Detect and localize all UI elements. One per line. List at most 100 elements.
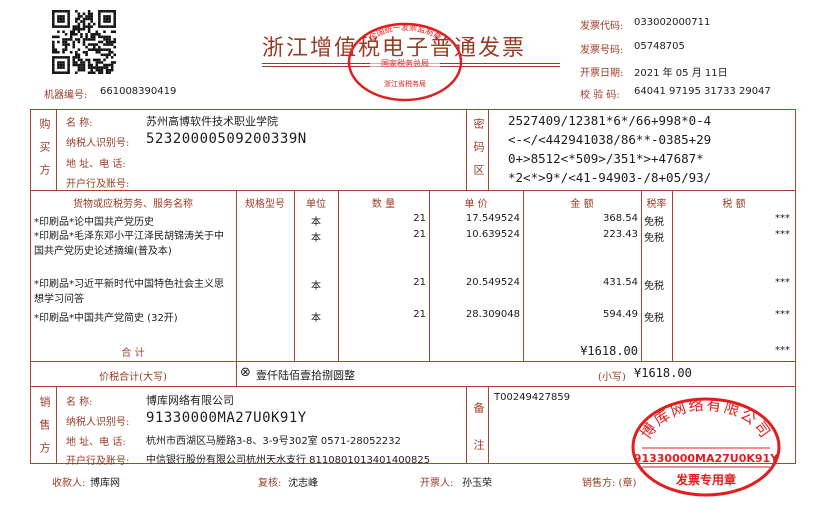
invoice-number-label: 发票号码: bbox=[580, 45, 624, 56]
item-rate: 免税 bbox=[644, 313, 664, 324]
seller-name: 博库网络有限公司 bbox=[146, 394, 234, 407]
header-name: 货物或应税劳务、服务名称 bbox=[73, 199, 193, 210]
item-unit: 本 bbox=[311, 281, 321, 292]
total-label: 合 计 bbox=[121, 348, 145, 359]
payee-label: 收款人: bbox=[52, 478, 86, 489]
cipher-line-3: 0+>8512<*509>/351*>+47687* bbox=[508, 151, 704, 166]
svg-text:浙江省税务局: 浙江省税务局 bbox=[384, 79, 426, 88]
cross-circle-icon: ⊗ bbox=[240, 365, 251, 380]
cipher-section-label: 密码区 bbox=[472, 118, 485, 187]
tax-bureau-stamp: 全国统一发票监制章 国家税务总局 浙江省税务局 bbox=[347, 22, 463, 102]
check-code: 64041 97195 31733 29047 bbox=[634, 86, 771, 97]
col-line-1 bbox=[236, 190, 237, 361]
seller-tax-label: 纳税人识别号: bbox=[66, 417, 130, 428]
cipher-left-line bbox=[466, 109, 467, 190]
item-price: 17.549524 bbox=[465, 213, 520, 224]
item-name: *印刷品*习近平新时代中国特色社会主义思想学习问答 bbox=[34, 279, 224, 305]
machine-number: 661008390419 bbox=[100, 86, 177, 97]
remarks-text: T00249427859 bbox=[494, 392, 571, 403]
seller-bank: 中信银行股份有限公司杭州天水支行 8110801013401400825 bbox=[146, 455, 431, 466]
reviewer: 沈志峰 bbox=[288, 478, 318, 489]
total-small-label: (小写) bbox=[598, 372, 626, 383]
col-line-6 bbox=[641, 190, 642, 361]
header-spec: 规格型号 bbox=[245, 199, 285, 210]
item-amount: 223.43 bbox=[603, 229, 638, 240]
item-qty: 21 bbox=[413, 213, 426, 224]
item-amount: 431.54 bbox=[603, 277, 638, 288]
item-price: 28.309048 bbox=[465, 309, 520, 320]
item-amount: 368.54 bbox=[603, 213, 638, 224]
svg-text:博库网络有限公司: 博库网络有限公司 bbox=[637, 396, 775, 442]
svg-text:国家税务总局: 国家税务总局 bbox=[381, 58, 429, 68]
invoice-code: 033002000711 bbox=[634, 17, 711, 28]
total-divider bbox=[30, 386, 796, 387]
item-tax: *** bbox=[775, 229, 790, 240]
svg-text:发票专用章: 发票专用章 bbox=[675, 472, 736, 487]
seller-section-label: 销售方 bbox=[38, 396, 51, 465]
total-amount: ¥1618.00 bbox=[580, 344, 638, 358]
buyer-tax-label: 纳税人识别号: bbox=[66, 138, 130, 149]
buyer-name-label: 名 称: bbox=[66, 118, 93, 129]
total-words-line bbox=[236, 361, 237, 386]
remarks-label: 备注 bbox=[472, 402, 485, 476]
buyer-section-label: 购买方 bbox=[38, 118, 51, 187]
item-unit: 本 bbox=[311, 233, 321, 244]
item-unit: 本 bbox=[311, 313, 321, 324]
item-price: 20.549524 bbox=[465, 277, 520, 288]
invoice-date: 2021 年 05 月 11日 bbox=[634, 68, 728, 79]
item-amount: 594.49 bbox=[603, 309, 638, 320]
cipher-label-line bbox=[488, 109, 489, 190]
item-name: *印刷品*毛泽东邓小平江泽民胡锦涛关于中国共产党历史论述摘编(普及本) bbox=[34, 231, 224, 257]
item-qty: 21 bbox=[413, 277, 426, 288]
tax-stamp-top-text: 全国统一发票监制章 bbox=[367, 22, 443, 42]
total-words: 壹仟陆佰壹拾捌圆整 bbox=[256, 369, 355, 382]
item-name: *印刷品*论中国共产党历史 bbox=[34, 217, 154, 228]
drawer: 孙玉荣 bbox=[462, 478, 492, 489]
buyer-bank-label: 开户行及账号: bbox=[66, 179, 130, 190]
buyer-address-label: 地 址、电 话: bbox=[66, 159, 126, 170]
total-words-label: 价税合计(大写) bbox=[99, 372, 167, 383]
cipher-line-2: <-</<442941038/86**-0385+29 bbox=[508, 132, 712, 147]
remarks-left-line bbox=[466, 386, 467, 464]
cipher-line-1: 2527409/12381*6*/66+998*0-4 bbox=[508, 113, 712, 128]
header-price: 单 价 bbox=[464, 199, 488, 210]
seller-address: 杭州市西湖区马塍路3-8、3-9号302室 0571-28052232 bbox=[146, 436, 401, 447]
item-price: 10.639524 bbox=[465, 229, 520, 240]
item-tax: *** bbox=[775, 309, 790, 320]
svg-text:91330000MA27U0K91Y: 91330000MA27U0K91Y bbox=[634, 452, 779, 465]
remarks-label-line bbox=[488, 386, 489, 464]
buyer-tax-id: 52320000509200339N bbox=[146, 131, 307, 147]
buyer-divider bbox=[30, 190, 796, 191]
reviewer-label: 复核: bbox=[258, 478, 282, 489]
item-tax: *** bbox=[775, 213, 790, 224]
invoice-number: 05748705 bbox=[634, 41, 685, 52]
item-rate: 免税 bbox=[644, 281, 664, 292]
total-small: ¥1618.00 bbox=[634, 366, 692, 380]
header-qty: 数 量 bbox=[371, 199, 396, 210]
buyer-label-line bbox=[56, 109, 57, 190]
item-qty: 21 bbox=[413, 229, 426, 240]
qr-code bbox=[52, 10, 116, 74]
item-rate: 免税 bbox=[644, 217, 664, 228]
machine-number-label: 机器编号: bbox=[44, 90, 88, 101]
header-unit: 单位 bbox=[306, 199, 326, 210]
invoice-code-label: 发票代码: bbox=[580, 21, 624, 32]
seller-bank-label: 开户行及账号: bbox=[66, 456, 130, 467]
item-rate: 免税 bbox=[644, 233, 664, 244]
total-tax: *** bbox=[775, 345, 790, 356]
invoice-date-label: 开票日期: bbox=[580, 68, 624, 79]
header-rate: 税率 bbox=[646, 199, 667, 210]
cipher-line-4: *2<*>9*/<41-94903-/8+05/93/ bbox=[508, 170, 712, 185]
seller-tax-id: 91330000MA27U0K91Y bbox=[146, 410, 307, 426]
item-tax: *** bbox=[775, 277, 790, 288]
item-name: *印刷品*中国共产党简史 (32开) bbox=[34, 313, 178, 324]
seller-name-label: 名 称: bbox=[66, 397, 93, 408]
seller-label-line bbox=[56, 386, 57, 464]
seller-seal-label: 销售方: (章) bbox=[582, 478, 637, 489]
payee: 博库网 bbox=[90, 478, 120, 489]
seller-address-label: 地 址、电 话: bbox=[66, 437, 126, 448]
drawer-label: 开票人: bbox=[420, 478, 454, 489]
header-amount: 金 额 bbox=[570, 199, 594, 210]
items-divider bbox=[30, 361, 796, 362]
item-unit: 本 bbox=[311, 217, 321, 228]
